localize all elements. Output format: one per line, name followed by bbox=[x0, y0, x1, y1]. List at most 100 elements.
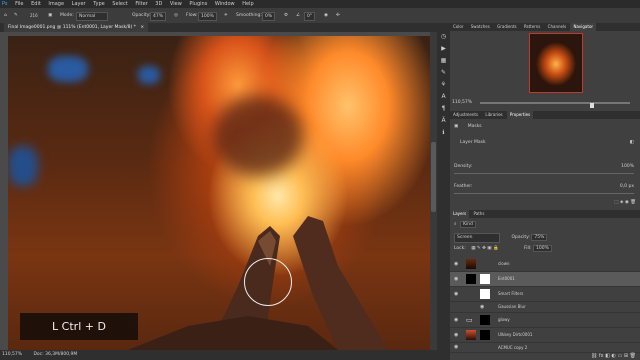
layer-group-row[interactable]: ◉ ▭ glowy bbox=[450, 313, 640, 328]
apply-mask-icon[interactable]: ◧ bbox=[630, 139, 634, 147]
adjustment-icon[interactable]: ◐ bbox=[612, 353, 616, 359]
visibility-icon[interactable]: ◉ bbox=[454, 257, 458, 271]
menu-help[interactable]: Help bbox=[242, 0, 253, 8]
new-group-icon[interactable]: ▭ bbox=[618, 353, 623, 359]
tab-properties[interactable]: Properties bbox=[506, 111, 534, 119]
density-value[interactable]: 100% bbox=[621, 163, 634, 171]
info-icon[interactable]: ℹ bbox=[440, 129, 447, 136]
tab-color[interactable]: Color bbox=[450, 23, 466, 31]
clone-source-icon[interactable]: ⚘ bbox=[440, 81, 447, 88]
tab-libraries[interactable]: Libraries bbox=[482, 111, 505, 119]
layer-opacity-input[interactable]: 75% bbox=[531, 234, 548, 241]
visibility-icon[interactable]: ◉ bbox=[454, 313, 458, 327]
apply-mask-button-icon[interactable]: ◈ bbox=[620, 200, 623, 205]
menu-window[interactable]: Window bbox=[215, 0, 235, 8]
glyphs-icon[interactable]: Ä bbox=[440, 117, 447, 124]
layer-row[interactable]: ◉ Ulkkey Dirtc0001 bbox=[450, 328, 640, 343]
brush-tool-icon[interactable]: ✎ bbox=[14, 12, 18, 19]
document-tab[interactable]: Final Image0001.png @ 111% (Ent0001, Lay… bbox=[4, 23, 149, 32]
airbrush-icon[interactable]: ✈ bbox=[224, 12, 228, 19]
tab-swatches[interactable]: Swatches bbox=[468, 23, 493, 31]
tab-navigator[interactable]: Navigator bbox=[570, 23, 597, 31]
tab-patterns[interactable]: Patterns bbox=[521, 23, 543, 31]
brush-settings-icon[interactable]: ▣ bbox=[48, 12, 52, 19]
fill-input[interactable]: 100% bbox=[533, 245, 552, 252]
new-layer-icon[interactable]: ⊞ bbox=[624, 353, 628, 359]
smart-filters-row[interactable]: ◉ Smart Filters bbox=[450, 287, 640, 302]
brush-settings-panel-icon[interactable]: ✎ bbox=[440, 69, 447, 76]
delete-layer-icon[interactable]: 🗑 bbox=[630, 353, 636, 359]
load-selection-icon[interactable]: ⬚ bbox=[614, 200, 618, 205]
fx-icon[interactable]: fx bbox=[599, 353, 604, 359]
menu-layer[interactable]: Layer bbox=[72, 0, 86, 8]
menu-type[interactable]: Type bbox=[93, 0, 104, 8]
angle-input[interactable]: 0° bbox=[304, 12, 316, 21]
feather-value[interactable]: 0,0 px bbox=[620, 183, 634, 191]
smoothing-gear-icon[interactable]: ⚙ bbox=[284, 12, 288, 19]
close-tab-icon[interactable]: × bbox=[140, 25, 144, 30]
density-slider[interactable] bbox=[454, 173, 634, 174]
layer-name[interactable]: glowy bbox=[498, 313, 510, 327]
smoothing-input[interactable]: 0% bbox=[262, 12, 276, 21]
menu-3d[interactable]: 3D bbox=[155, 0, 162, 8]
play-action-icon[interactable]: ▶ bbox=[440, 45, 447, 52]
opacity-input[interactable]: 47% bbox=[150, 12, 167, 21]
canvas[interactable] bbox=[8, 36, 430, 350]
tab-adjustments[interactable]: Adjustments bbox=[450, 111, 481, 119]
layer-name[interactable]: ACMUC copy 2 bbox=[498, 343, 527, 352]
layer-row-selected[interactable]: ◉ Ent0001 bbox=[450, 272, 640, 287]
feather-slider[interactable] bbox=[454, 193, 634, 194]
tab-layers[interactable]: Layers bbox=[450, 210, 470, 218]
tab-channels[interactable]: Channels bbox=[545, 23, 570, 31]
delete-mask-icon[interactable]: 🗑 bbox=[630, 200, 636, 205]
visibility-icon[interactable]: ◉ bbox=[454, 328, 458, 342]
layer-name[interactable]: Ent0001 bbox=[498, 272, 515, 286]
character-icon[interactable]: A bbox=[440, 93, 447, 100]
add-mask-icon[interactable]: ◧ bbox=[605, 353, 610, 359]
doc-info[interactable]: Doc: 36,3M/800,9M bbox=[33, 352, 77, 357]
smart-filters-label[interactable]: Smart Filters bbox=[498, 287, 523, 301]
link-icon[interactable]: ⛓ bbox=[591, 353, 597, 359]
swatches-icon[interactable]: ▦ bbox=[440, 57, 447, 64]
tab-gradients[interactable]: Gradients bbox=[494, 23, 520, 31]
visibility-icon[interactable]: ◉ bbox=[480, 302, 484, 312]
pressure-size-icon[interactable]: ◉ bbox=[324, 12, 328, 19]
filter-name[interactable]: Gaussian Blur bbox=[498, 302, 526, 312]
flow-input[interactable]: 100% bbox=[198, 12, 217, 21]
gaussian-blur-row[interactable]: ◉ Gaussian Blur bbox=[450, 302, 640, 313]
mode-select[interactable]: Normal bbox=[76, 12, 108, 21]
blend-mode-select[interactable]: Screen bbox=[454, 233, 500, 243]
lock-icons[interactable]: ▦ ✎ ✥ ▣ 🔒 bbox=[471, 246, 498, 251]
menu-view[interactable]: View bbox=[170, 0, 182, 8]
visibility-icon[interactable]: ◉ bbox=[454, 272, 458, 286]
zoom-slider[interactable] bbox=[480, 102, 630, 108]
symmetry-icon[interactable]: ✣ bbox=[336, 12, 340, 19]
navigator-thumbnail[interactable] bbox=[529, 33, 583, 93]
layer-name[interactable]: clown bbox=[498, 257, 510, 271]
navigator-zoom-value[interactable]: 110,57% bbox=[452, 100, 472, 105]
menu-file[interactable]: File bbox=[15, 0, 23, 8]
layer-mask-thumbnail[interactable] bbox=[480, 274, 490, 284]
visibility-icon[interactable]: ◉ bbox=[454, 287, 458, 301]
zoom-readout[interactable]: 110,57% bbox=[2, 352, 22, 357]
scroll-thumb[interactable] bbox=[431, 142, 436, 212]
zoom-slider-knob[interactable] bbox=[590, 103, 594, 108]
menu-image[interactable]: Image bbox=[48, 0, 64, 8]
history-icon[interactable]: ◷ bbox=[440, 33, 447, 40]
menu-plugins[interactable]: Plugins bbox=[189, 0, 207, 8]
layer-row[interactable]: ◉ clown bbox=[450, 257, 640, 272]
disable-mask-icon[interactable]: ◉ bbox=[625, 200, 629, 205]
visibility-icon[interactable]: ◉ bbox=[454, 343, 458, 352]
menu-filter[interactable]: Filter bbox=[135, 0, 147, 8]
kind-select[interactable]: Kind bbox=[459, 221, 476, 228]
angle-icon[interactable]: ∠ bbox=[296, 12, 300, 19]
home-icon[interactable]: ⌂ bbox=[4, 12, 7, 19]
brush-size[interactable]: 216 bbox=[30, 12, 38, 19]
tab-paths[interactable]: Paths bbox=[471, 210, 488, 218]
menu-edit[interactable]: Edit bbox=[31, 0, 41, 8]
menu-select[interactable]: Select bbox=[112, 0, 127, 8]
pressure-opacity-icon[interactable]: ◎ bbox=[174, 12, 178, 19]
layer-name[interactable]: Ulkkey Dirtc0001 bbox=[498, 328, 532, 342]
paragraph-icon[interactable]: ¶ bbox=[440, 105, 447, 112]
ps-logo[interactable]: Ps bbox=[2, 0, 8, 8]
